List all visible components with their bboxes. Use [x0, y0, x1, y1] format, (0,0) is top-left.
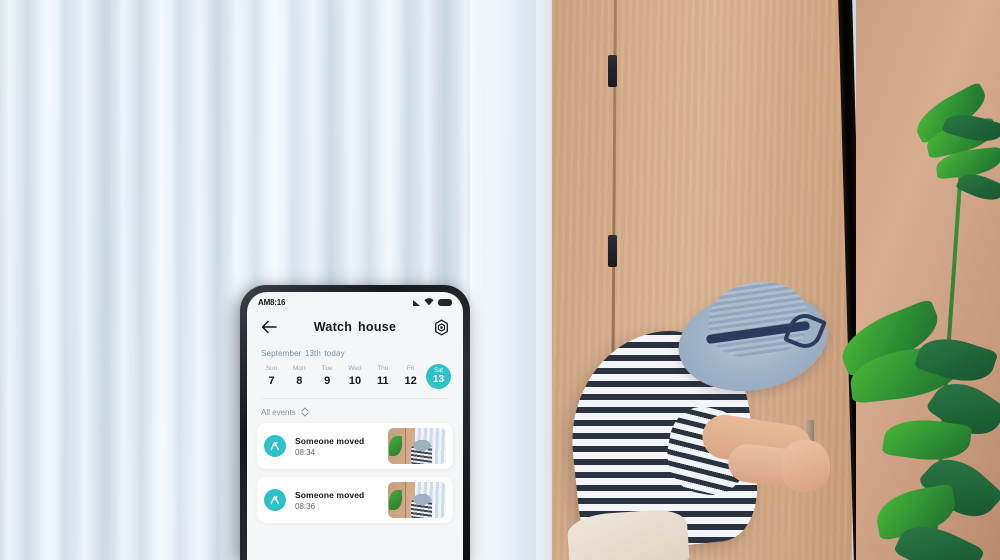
- event-title: Someone moved: [295, 489, 365, 500]
- event-card[interactable]: Someone moved 08:34: [257, 423, 453, 469]
- status-icon-group: [413, 298, 452, 306]
- day-selector-strip: Sun 7 Mon 8 Tue 9 Wed 10 Thu 11 Fri 12 S…: [247, 358, 463, 389]
- gear-icon[interactable]: [431, 317, 451, 337]
- day-number-label: 8: [296, 375, 303, 387]
- event-time: 08:34: [295, 447, 316, 457]
- day-of-week-label: Sun: [265, 365, 278, 372]
- event-text-block: Someone moved 08:34: [286, 436, 388, 457]
- page-title: Watch house: [313, 320, 397, 334]
- event-thumbnail[interactable]: [388, 482, 446, 518]
- day-item-fri[interactable]: Fri 12: [398, 365, 423, 387]
- day-of-week-label: Mon: [293, 365, 306, 372]
- event-card[interactable]: Someone moved 08:36: [257, 477, 453, 523]
- day-item-wed[interactable]: Wed 10: [342, 365, 367, 387]
- thumbnail-door-seam: [405, 482, 407, 518]
- day-item-thu[interactable]: Thu 11: [370, 365, 395, 387]
- sort-chevrons-icon: [301, 407, 309, 417]
- battery-icon: [438, 298, 452, 306]
- person-at-door: [560, 275, 870, 560]
- motion-detected-icon: [264, 489, 286, 511]
- day-number-label: 12: [404, 375, 417, 387]
- room-scene: AM8:16 Watch house September 13th today …: [0, 0, 1000, 560]
- thumbnail-door-seam: [405, 428, 407, 464]
- day-number-label: 11: [376, 375, 389, 387]
- day-number-label: 13: [432, 374, 445, 385]
- status-time: AM8:16: [258, 297, 286, 307]
- event-thumbnail[interactable]: [388, 428, 446, 464]
- day-of-week-label: Tue: [321, 365, 333, 372]
- wifi-icon: [424, 298, 434, 306]
- thumbnail-hat: [412, 440, 431, 451]
- day-item-tue[interactable]: Tue 9: [315, 365, 340, 387]
- date-label: September 13th today: [261, 349, 345, 358]
- day-item-mon[interactable]: Mon 8: [287, 365, 312, 387]
- screen-bottom-fade: [247, 553, 463, 560]
- thumbnail-hat: [412, 494, 431, 505]
- door-hinge-top: [608, 55, 617, 87]
- day-item-sat-selected[interactable]: Sat 13: [425, 364, 451, 389]
- event-text-block: Someone moved 08:36: [286, 490, 388, 511]
- phone-screen: AM8:16 Watch house September 13th today …: [247, 292, 463, 560]
- filter-label: All events: [261, 407, 296, 417]
- signal-icon: [413, 300, 420, 306]
- door-hinge-middle: [608, 235, 617, 267]
- status-bar: AM8:16: [247, 292, 463, 310]
- smartphone-device: AM8:16 Watch house September 13th today …: [240, 285, 470, 560]
- day-of-week-label: Thu: [377, 365, 389, 372]
- back-arrow-icon[interactable]: [259, 317, 279, 337]
- event-list: Someone moved 08:34 Someone moved 08:36: [247, 423, 463, 523]
- day-number-label: 9: [324, 375, 331, 387]
- app-bar: Watch house: [247, 310, 463, 344]
- day-of-week-label: Fri: [406, 365, 415, 372]
- events-filter-control[interactable]: All events: [247, 399, 463, 423]
- motion-detected-icon: [264, 435, 286, 457]
- monstera-plant: [833, 81, 1000, 560]
- hand: [782, 440, 830, 492]
- day-number-label: 10: [348, 375, 362, 387]
- day-of-week-label: Wed: [348, 365, 362, 372]
- day-number-label: 7: [268, 375, 275, 387]
- day-item-sun[interactable]: Sun 7: [259, 365, 284, 387]
- event-title: Someone moved: [295, 435, 365, 446]
- event-time: 08:36: [295, 501, 316, 511]
